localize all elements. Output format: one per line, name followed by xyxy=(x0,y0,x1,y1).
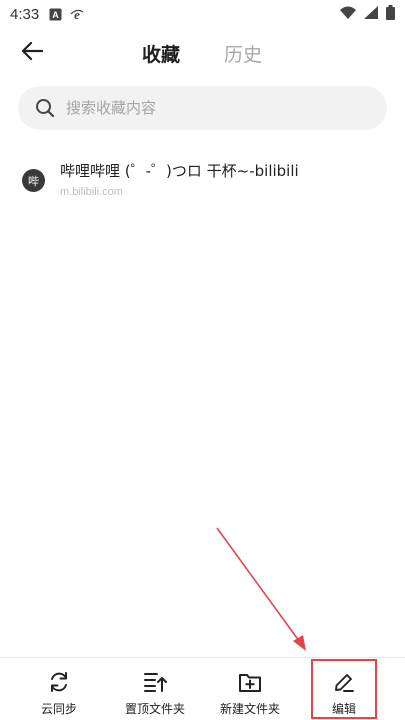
status-time: 4:33 xyxy=(10,5,40,23)
sync-label: 云同步 xyxy=(40,702,77,716)
search-input[interactable] xyxy=(66,99,346,117)
signal-icon xyxy=(364,5,378,23)
pin-folder-label: 置顶文件夹 xyxy=(124,702,185,716)
browser-e-icon: e xyxy=(70,7,84,21)
back-button[interactable] xyxy=(14,38,50,68)
wifi-icon xyxy=(340,6,356,23)
status-right-icons xyxy=(340,4,395,24)
notification-a-icon: A xyxy=(49,8,62,21)
sync-icon xyxy=(47,670,71,694)
header: 收藏 历史 xyxy=(0,28,405,78)
search-bar[interactable] xyxy=(18,86,387,130)
bookmark-url: m.bilibili.com xyxy=(60,186,123,198)
edit-pencil-icon xyxy=(332,670,356,694)
svg-text:A: A xyxy=(52,10,59,20)
battery-icon xyxy=(386,4,395,24)
new-folder-button[interactable]: 新建文件夹 xyxy=(210,658,290,720)
arrow-left-icon xyxy=(21,41,44,65)
bottom-toolbar: 云同步 置顶文件夹 新建文件夹 编辑 xyxy=(0,657,405,720)
bookmark-title: 哔哩哔哩 (゜-゜)つロ 干杯~-bilibili xyxy=(60,162,299,180)
bookmark-item[interactable]: 哔 哔哩哔哩 (゜-゜)つロ 干杯~-bilibili m.bilibili.c… xyxy=(0,150,405,206)
new-folder-label: 新建文件夹 xyxy=(219,702,280,716)
search-icon xyxy=(34,97,56,119)
sync-button[interactable]: 云同步 xyxy=(20,658,98,720)
edit-button[interactable]: 编辑 xyxy=(313,658,375,720)
new-folder-icon xyxy=(238,670,262,694)
pin-folder-button[interactable]: 置顶文件夹 xyxy=(115,658,195,720)
tab-favorites[interactable]: 收藏 xyxy=(142,40,180,67)
tab-history[interactable]: 历史 xyxy=(224,40,262,67)
status-bar: 4:33 A e xyxy=(0,0,405,28)
svg-text:e: e xyxy=(74,7,80,21)
pin-top-folder-icon xyxy=(143,670,167,694)
edit-label: 编辑 xyxy=(331,702,356,716)
bilibili-favicon-icon: 哔 xyxy=(22,169,45,192)
